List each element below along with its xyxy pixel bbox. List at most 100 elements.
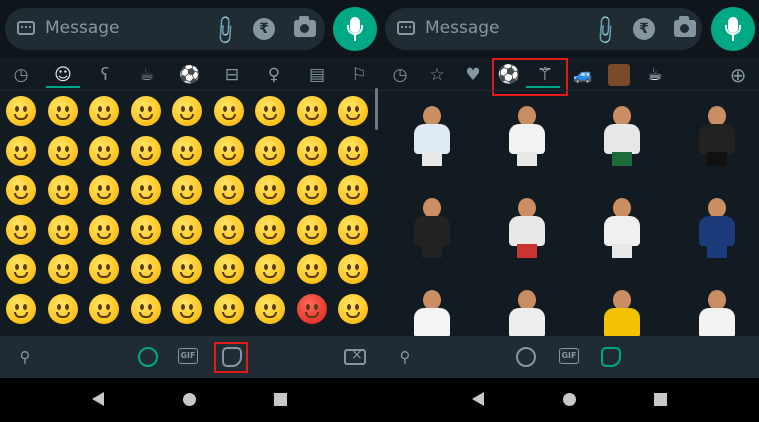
emoji-scrollbar[interactable] — [375, 88, 378, 130]
emoji-item[interactable] — [296, 254, 327, 284]
smileys-icon[interactable]: ☺ — [50, 62, 76, 88]
animals-icon[interactable]: ʕ — [92, 62, 118, 88]
sticker-pack-beetle-icon[interactable]: 🚙 — [570, 62, 596, 88]
keyboard-icon[interactable] — [17, 21, 35, 35]
emoji-item[interactable] — [296, 293, 327, 324]
travel-icon[interactable]: ⊟ — [219, 62, 245, 88]
message-input[interactable]: Message 📎 ₹ — [385, 8, 702, 50]
emoji-item[interactable] — [296, 135, 327, 166]
camera-icon[interactable] — [294, 16, 316, 37]
message-input[interactable]: Message 📎 ₹ — [5, 8, 325, 50]
emoji-item[interactable] — [296, 96, 327, 126]
emoji-item[interactable] — [255, 96, 285, 126]
mic-button[interactable] — [711, 7, 755, 51]
emoji-item[interactable] — [130, 135, 161, 166]
recent-icon[interactable]: ◷ — [8, 62, 34, 88]
emoji-item[interactable] — [172, 214, 202, 245]
sticker-item[interactable] — [592, 194, 652, 260]
emoji-item[interactable] — [89, 293, 119, 324]
objects-icon[interactable]: ♀ — [261, 62, 287, 88]
sticker-pack-coffee-icon[interactable]: ☕ — [642, 62, 668, 88]
emoji-item[interactable] — [255, 293, 285, 324]
emoji-item[interactable] — [130, 214, 161, 245]
sticker-item[interactable] — [687, 194, 747, 260]
home-icon[interactable] — [563, 393, 576, 406]
heart-icon[interactable]: ♥ — [460, 62, 486, 88]
recents-icon[interactable] — [654, 393, 667, 406]
back-icon[interactable] — [472, 392, 484, 406]
sticker-item[interactable] — [402, 194, 462, 260]
keyboard-icon[interactable] — [397, 21, 415, 35]
emoji-item[interactable] — [6, 254, 36, 284]
backspace-icon[interactable] — [344, 347, 366, 365]
emoji-item[interactable] — [172, 293, 202, 324]
emoji-item[interactable] — [213, 135, 244, 166]
emoji-item[interactable] — [172, 254, 202, 284]
sticker-pack-portrait-icon[interactable] — [606, 62, 632, 88]
emoji-item[interactable] — [213, 254, 244, 284]
emoji-item[interactable] — [130, 254, 161, 284]
emoji-item[interactable] — [213, 96, 244, 126]
emoji-item[interactable] — [338, 96, 368, 126]
sticker-item[interactable] — [592, 102, 652, 168]
emoji-item[interactable] — [47, 254, 78, 284]
emoji-tab-icon[interactable] — [516, 347, 536, 367]
payment-icon[interactable]: ₹ — [253, 18, 275, 40]
emoji-item[interactable] — [47, 175, 78, 205]
payment-icon[interactable]: ₹ — [633, 18, 655, 40]
emoji-item[interactable] — [6, 135, 36, 166]
attach-icon[interactable]: 📎 — [208, 13, 243, 48]
symbols-icon[interactable]: ▤ — [304, 62, 330, 88]
emoji-item[interactable] — [89, 254, 119, 284]
recents-icon[interactable] — [274, 393, 287, 406]
emoji-item[interactable] — [296, 214, 327, 245]
sticker-item[interactable] — [497, 194, 557, 260]
gif-tab-icon[interactable]: GIF — [178, 348, 198, 364]
emoji-item[interactable] — [255, 135, 285, 166]
emoji-item[interactable] — [213, 214, 244, 245]
search-icon[interactable]: ⚲ — [394, 346, 416, 368]
emoji-item[interactable] — [255, 254, 285, 284]
attach-icon[interactable]: 📎 — [588, 13, 623, 48]
emoji-item[interactable] — [89, 214, 119, 245]
emoji-item[interactable] — [130, 96, 161, 126]
emoji-item[interactable] — [47, 293, 78, 324]
emoji-tab-icon[interactable] — [138, 347, 158, 367]
sticker-item[interactable] — [687, 102, 747, 168]
home-icon[interactable] — [183, 393, 196, 406]
emoji-item[interactable] — [255, 175, 285, 205]
emoji-item[interactable] — [255, 214, 285, 245]
emoji-item[interactable] — [172, 135, 202, 166]
mic-button[interactable] — [333, 7, 377, 51]
emoji-item[interactable] — [130, 293, 161, 324]
emoji-item[interactable] — [338, 175, 368, 205]
emoji-item[interactable] — [89, 96, 119, 126]
sticker-item[interactable] — [497, 102, 557, 168]
recent-icon[interactable]: ◷ — [387, 62, 413, 88]
emoji-item[interactable] — [213, 293, 244, 324]
emoji-item[interactable] — [6, 96, 36, 126]
emoji-item[interactable] — [89, 175, 119, 205]
emoji-item[interactable] — [296, 175, 327, 205]
emoji-item[interactable] — [130, 175, 161, 205]
flags-icon[interactable]: ⚐ — [346, 62, 372, 88]
activity-icon[interactable]: ⚽ — [177, 62, 203, 88]
food-icon[interactable]: ☕ — [134, 62, 160, 88]
back-icon[interactable] — [92, 392, 104, 406]
camera-icon[interactable] — [674, 16, 696, 37]
emoji-item[interactable] — [6, 214, 36, 245]
emoji-item[interactable] — [47, 96, 78, 126]
emoji-item[interactable] — [47, 135, 78, 166]
search-icon[interactable]: ⚲ — [14, 346, 36, 368]
emoji-item[interactable] — [338, 293, 368, 324]
sticker-item[interactable] — [402, 102, 462, 168]
emoji-item[interactable] — [6, 175, 36, 205]
emoji-item[interactable] — [89, 135, 119, 166]
favorites-icon[interactable]: ☆ — [424, 62, 450, 88]
emoji-item[interactable] — [172, 96, 202, 126]
emoji-item[interactable] — [338, 135, 368, 166]
sticker-tab-icon[interactable] — [601, 347, 621, 367]
emoji-item[interactable] — [338, 254, 368, 284]
add-pack-icon[interactable]: ⊕ — [725, 62, 751, 88]
emoji-item[interactable] — [6, 293, 36, 324]
